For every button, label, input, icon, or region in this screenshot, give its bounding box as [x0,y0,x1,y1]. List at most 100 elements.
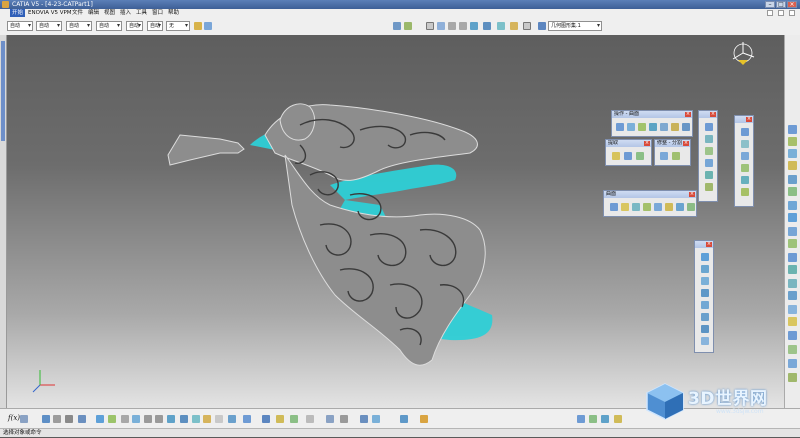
color-combo[interactable]: 自动 [7,21,33,31]
clipping-icon[interactable] [228,415,236,423]
boundary-extract-icon[interactable] [612,152,620,160]
cube-front-icon[interactable] [701,265,709,273]
menu-view[interactable]: 视图 [102,9,117,17]
capture-icon[interactable] [65,415,73,423]
cube-bottom-icon[interactable] [701,325,709,333]
cube-iso-icon[interactable] [701,337,709,345]
close-icon[interactable]: × [685,112,691,117]
parallel-curve-icon[interactable] [788,265,797,274]
zoom-in-icon[interactable] [448,22,456,30]
normal-view-icon[interactable] [470,22,478,30]
axis-icon[interactable] [589,415,597,423]
cube-icon[interactable] [701,253,709,261]
shape-fillet-icon[interactable] [610,203,618,211]
copy-icon[interactable] [243,415,251,423]
analysis-icon[interactable] [788,359,797,368]
rotate-icon[interactable] [672,152,680,160]
sketcher-icon[interactable] [614,415,622,423]
shading-icon[interactable] [497,22,505,30]
formula-button[interactable]: f(x) [8,414,20,422]
cube-right-icon[interactable] [701,301,709,309]
paint-icon[interactable] [194,22,202,30]
chordal-fillet-icon[interactable] [643,203,651,211]
polyline-icon[interactable] [788,317,797,326]
heal-icon[interactable] [627,123,635,131]
comment-icon[interactable] [20,415,28,423]
undo-icon[interactable] [290,415,298,423]
zoom-out-icon[interactable] [459,22,467,30]
sphere-icon[interactable] [741,152,749,160]
sketch-positioned-icon[interactable] [788,137,797,146]
point-tool-icon[interactable] [788,149,797,158]
line-weight-combo[interactable]: 自动 [66,21,92,31]
angel-model[interactable] [0,35,784,408]
face-fillet-icon[interactable] [654,203,662,211]
reflect-line-icon[interactable] [788,253,797,262]
menu-help[interactable]: 帮助 [166,9,181,17]
compass-icon[interactable] [730,40,756,66]
intersection-icon[interactable] [705,171,713,179]
menu-insert[interactable]: 插入 [118,9,133,17]
revolve-icon[interactable] [741,140,749,148]
menu-window[interactable]: 窗口 [150,9,165,17]
3d-viewport[interactable]: 操作 - 曲面 × × × 提取 × 修整 - 分割 × 曲面 × × [0,35,784,408]
measure-bottom-icon[interactable] [372,415,380,423]
cut-icon[interactable] [262,415,270,423]
normal-view-bottom-icon[interactable] [167,415,175,423]
doc-close-button[interactable] [789,10,795,16]
close-button[interactable]: × [787,1,797,8]
tree-icon[interactable] [42,415,50,423]
update-icon[interactable] [326,415,334,423]
fit-all-bottom-icon[interactable] [108,415,116,423]
connect-curve-icon[interactable] [788,291,797,300]
3d-compass-icon[interactable] [601,415,609,423]
close-icon[interactable]: × [689,192,695,197]
chamfer-icon[interactable] [676,203,684,211]
corner-icon[interactable] [788,279,797,288]
fill-icon[interactable] [741,188,749,196]
doc-restore-button[interactable] [778,10,784,16]
line-tool-icon[interactable] [788,161,797,170]
menu-start[interactable]: 开始 [10,9,26,17]
trim-icon[interactable] [671,123,679,131]
spiral-icon[interactable] [788,213,797,222]
redo-icon[interactable] [306,415,314,423]
projection-icon[interactable] [705,159,713,167]
spline-icon[interactable] [788,187,797,196]
menu-enovia[interactable]: ENOVIA V5 VPM [26,9,74,17]
rotate-bottom-icon[interactable] [132,415,140,423]
disassemble-icon[interactable] [649,123,657,131]
join-icon[interactable] [616,123,624,131]
minimize-button[interactable]: – [765,1,775,8]
offset-icon[interactable] [741,164,749,172]
paste-icon[interactable] [276,415,284,423]
edge-fillet-icon[interactable] [621,203,629,211]
cube-left-icon[interactable] [701,289,709,297]
iso-view-icon[interactable] [483,22,491,30]
variable-fillet-icon[interactable] [632,203,640,211]
tritangent-fillet-icon[interactable] [665,203,673,211]
extract-icon[interactable] [624,152,632,160]
hide-show-bottom-icon[interactable] [203,415,211,423]
quick-view-icon[interactable] [180,415,188,423]
snap-icon[interactable] [360,415,368,423]
swap-space-icon[interactable] [523,22,531,30]
grid-icon[interactable] [577,415,585,423]
sketch-icon[interactable] [788,125,797,134]
law-icon[interactable] [788,331,797,340]
boundary-icon[interactable] [682,123,690,131]
swap-visible-icon[interactable] [215,415,223,423]
measure-icon[interactable] [788,345,797,354]
manipulate-icon[interactable] [340,415,348,423]
cube-back-icon[interactable] [701,277,709,285]
draft-icon[interactable] [687,203,695,211]
close-icon[interactable]: × [644,141,650,146]
plane-tool-icon[interactable] [788,175,797,184]
circle-icon[interactable] [705,183,713,191]
untrim-icon[interactable] [638,123,646,131]
line-type-combo[interactable]: 自动 [96,21,122,31]
menu-file[interactable]: 文件 [70,9,85,17]
close-icon[interactable]: × [706,242,712,247]
pan-bottom-icon[interactable] [121,415,129,423]
layer-combo[interactable]: 无 [166,21,190,31]
